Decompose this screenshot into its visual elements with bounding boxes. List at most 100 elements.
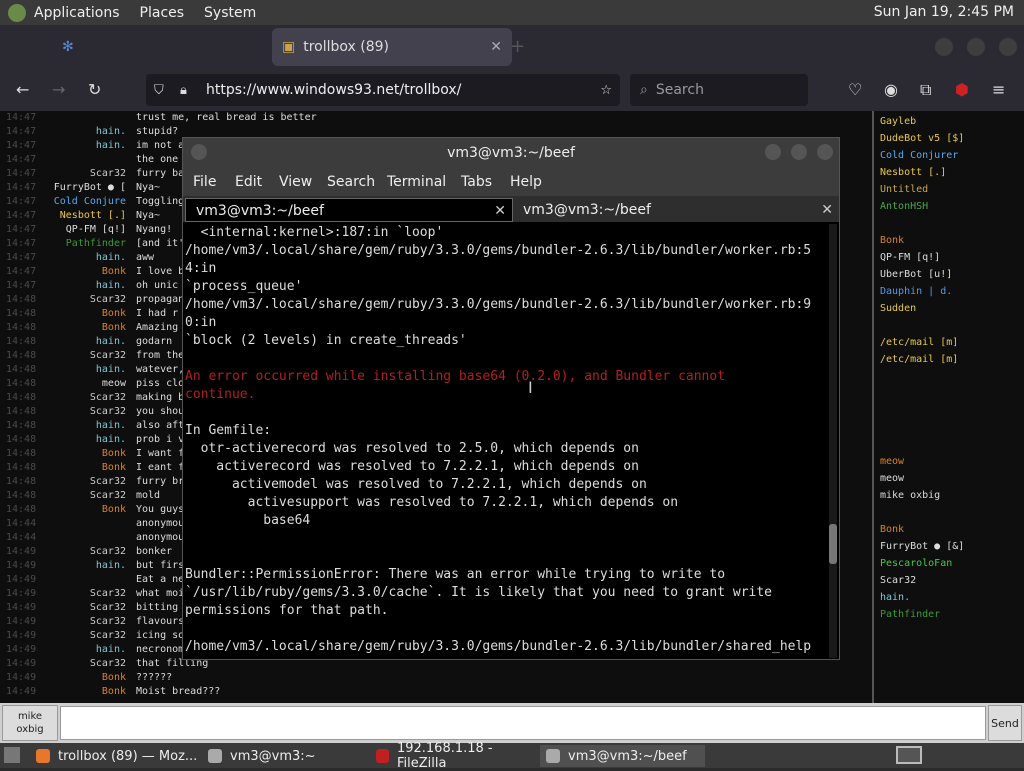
chat-nick[interactable]: Bonk (102, 461, 126, 475)
clock[interactable]: Sun Jan 19, 2:45 PM (874, 4, 1014, 20)
chat-nick[interactable]: hain. (96, 125, 126, 139)
terminal-tab-1[interactable]: vm3@vm3:~/beef ✕ (185, 198, 513, 222)
minimize-window-button[interactable] (935, 38, 953, 56)
taskbar-item[interactable]: vm3@vm3:~/beef (540, 745, 705, 767)
menu-edit[interactable]: Edit (235, 174, 262, 190)
user-list-item[interactable]: meow (880, 456, 904, 467)
user-list-item[interactable]: meow (880, 473, 904, 484)
terminal-menu-icon[interactable] (191, 144, 207, 160)
user-list-item[interactable]: hain. (880, 592, 910, 603)
chat-nick[interactable]: Scar32 (90, 489, 126, 503)
back-icon[interactable]: ← (16, 80, 29, 99)
user-list-item[interactable]: Pathfinder (880, 609, 940, 620)
applications-menu[interactable]: Applications (34, 5, 120, 21)
terminal-window[interactable]: vm3@vm3:~/beef File Edit View Search Ter… (182, 137, 840, 660)
user-list-item[interactable]: /etc/mail [m] (880, 337, 958, 348)
chat-nick[interactable]: hain. (96, 335, 126, 349)
chat-nick[interactable]: hain. (96, 363, 126, 377)
chat-nick[interactable]: Scar32 (90, 167, 126, 181)
chat-nick[interactable]: FurryBot ● [ (54, 181, 126, 195)
chat-nick[interactable]: hain. (96, 643, 126, 657)
terminal-title[interactable]: vm3@vm3:~/beef (183, 138, 839, 168)
user-list-item[interactable]: FurryBot ● [&] (880, 541, 964, 552)
distro-logo-icon[interactable] (8, 3, 26, 22)
url-bar[interactable]: ⛉ 🔒︎ https://www.windows93.net/trollbox/… (146, 74, 620, 106)
tab-trollbox[interactable]: ▣ trollbox (89) ✕ (272, 28, 512, 66)
user-list-item[interactable]: Scar32 (880, 575, 916, 586)
chat-nick[interactable]: Bonk (102, 685, 126, 699)
menu-file[interactable]: File (193, 174, 216, 190)
chat-nick[interactable]: Scar32 (90, 629, 126, 643)
taskbar-item[interactable]: trollbox (89) — Moz... (30, 745, 200, 767)
chat-nick[interactable]: Bonk (102, 503, 126, 517)
menu-help[interactable]: Help (510, 174, 542, 190)
terminal-tab-2[interactable]: vm3@vm3:~/beef ✕ (513, 198, 839, 222)
menu-search[interactable]: Search (327, 174, 375, 190)
terminal-scrollbar-thumb[interactable] (829, 524, 837, 564)
extensions-icon[interactable]: ⧉ (920, 80, 931, 100)
chat-nick[interactable]: Nesbott [.] (60, 209, 126, 223)
user-list-item[interactable]: Cold Conjurer (880, 150, 958, 161)
chat-nick[interactable]: hain. (96, 419, 126, 433)
close-tab-icon[interactable]: ✕ (490, 39, 502, 55)
user-list-item[interactable]: Bonk (880, 235, 904, 246)
terminal-maximize-button[interactable] (791, 144, 807, 160)
chat-nick[interactable]: meow (102, 377, 126, 391)
chat-nick[interactable]: Bonk (102, 321, 126, 335)
chat-nick[interactable]: Scar32 (90, 475, 126, 489)
chat-nick[interactable]: Scar32 (90, 349, 126, 363)
close-terminal-tab-icon[interactable]: ✕ (821, 198, 833, 222)
send-button[interactable]: Send (988, 705, 1022, 741)
chat-nick[interactable]: Pathfinder (66, 237, 126, 251)
chat-nick[interactable]: Scar32 (90, 391, 126, 405)
tracking-shield-icon[interactable]: ⛉ (154, 83, 164, 98)
terminal-minimize-button[interactable] (765, 144, 781, 160)
taskbar-item[interactable]: 192.168.1.18 - FileZilla (370, 741, 535, 771)
chat-nick[interactable]: hain. (96, 433, 126, 447)
chat-nick[interactable]: Scar32 (90, 545, 126, 559)
chat-nick[interactable]: hain. (96, 279, 126, 293)
account-icon[interactable]: ◉ (884, 80, 898, 99)
user-list-item[interactable]: Untitled (880, 184, 928, 195)
terminal-scrollbar[interactable] (829, 224, 837, 658)
chat-nick[interactable]: hain. (96, 559, 126, 573)
user-list-item[interactable]: Gayleb (880, 116, 916, 127)
chat-nick[interactable]: Cold Conjure (54, 195, 126, 209)
url-text[interactable]: https://www.windows93.net/trollbox/ (206, 82, 461, 98)
user-list-item[interactable]: Nesbott [.] (880, 167, 946, 178)
chat-nick[interactable]: Bonk (102, 671, 126, 685)
close-terminal-tab-icon[interactable]: ✕ (494, 199, 506, 223)
lock-icon[interactable]: 🔒︎ (180, 83, 187, 98)
taskbar-item[interactable]: vm3@vm3:~ (202, 745, 367, 767)
bookmark-star-icon[interactable]: ☆ (600, 83, 612, 98)
menu-icon[interactable]: ≡ (992, 80, 1005, 99)
menu-terminal[interactable]: Terminal (387, 174, 446, 190)
user-list-item[interactable]: /etc/mail [m] (880, 354, 958, 365)
user-list-item[interactable]: DudeBot v5 [$] (880, 133, 964, 144)
show-desktop-icon[interactable] (4, 747, 20, 763)
chat-nick[interactable]: Scar32 (90, 405, 126, 419)
chat-message-input[interactable] (60, 706, 986, 740)
search-input[interactable]: ⌕ Search (630, 74, 808, 106)
user-list-item[interactable]: PescaroloFan (880, 558, 952, 569)
chat-nick[interactable]: Bonk (102, 447, 126, 461)
maximize-window-button[interactable] (967, 38, 985, 56)
chat-nick[interactable]: hain. (96, 251, 126, 265)
chat-nick[interactable]: Scar32 (90, 615, 126, 629)
workspace-switcher[interactable] (896, 746, 922, 764)
close-window-button[interactable] (999, 38, 1017, 56)
user-list-item[interactable]: Dauphin | d. (880, 286, 952, 297)
user-list-item[interactable]: QP-FM [q!] (880, 252, 940, 263)
chat-nick[interactable]: Scar32 (90, 657, 126, 671)
tab-inactive[interactable]: ✻ (52, 28, 272, 66)
username-button[interactable]: mike oxbig (2, 705, 58, 741)
new-tab-icon[interactable]: + (510, 36, 525, 57)
chat-nick[interactable]: Scar32 (90, 601, 126, 615)
terminal-close-button[interactable] (817, 144, 833, 160)
user-list-item[interactable]: mike oxbig (880, 490, 940, 501)
reload-icon[interactable]: ↻ (88, 80, 101, 99)
forward-icon[interactable]: → (52, 80, 65, 99)
chat-nick[interactable]: Bonk (102, 265, 126, 279)
ublock-icon[interactable]: ⬢ (955, 80, 969, 99)
user-list-item[interactable]: Sudden (880, 303, 916, 314)
